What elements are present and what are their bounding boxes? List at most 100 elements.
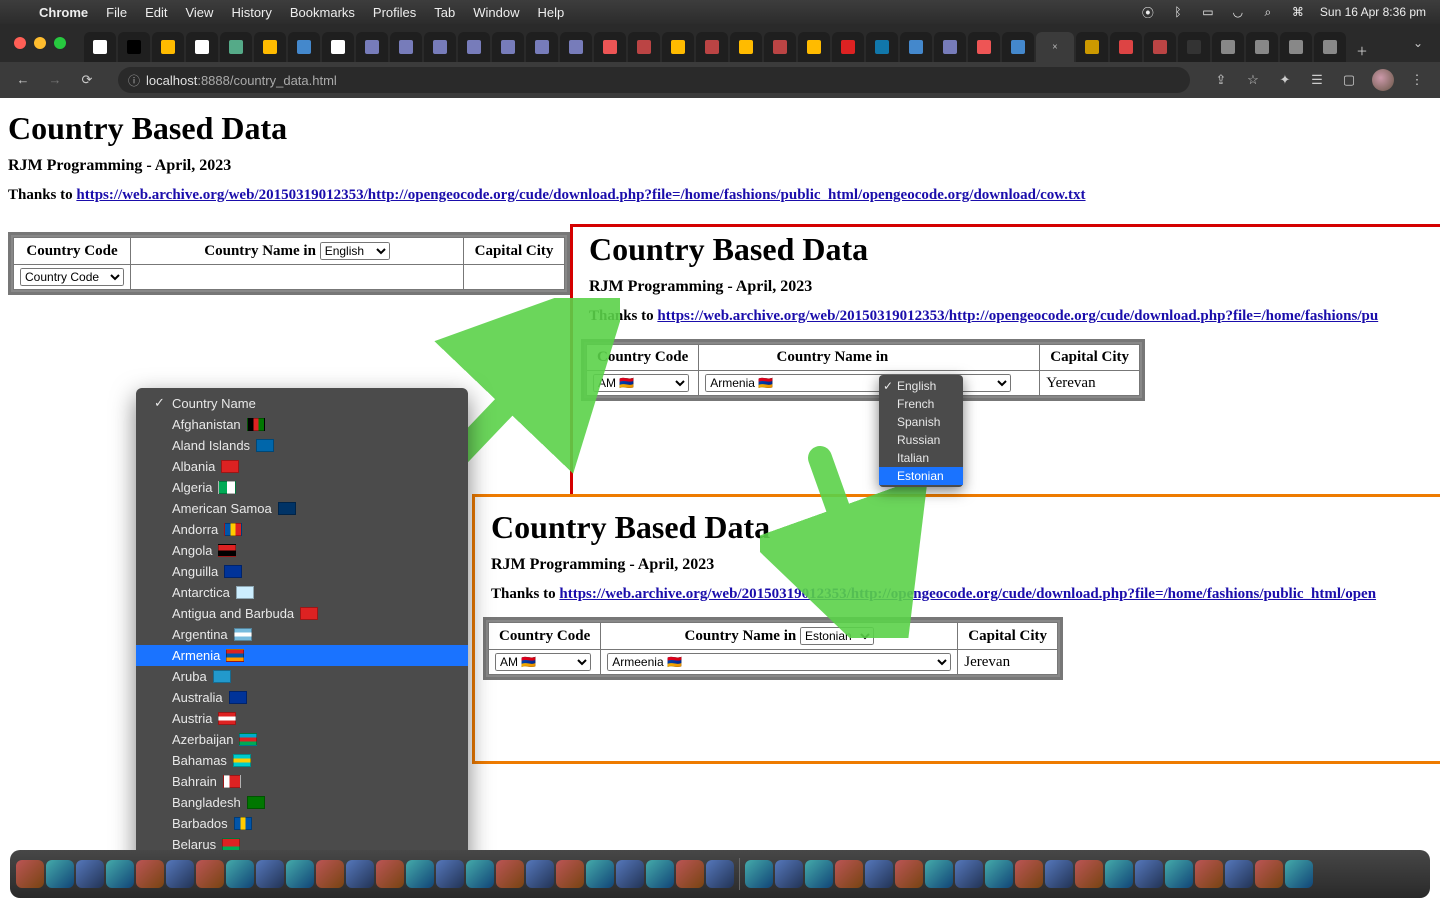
dropdown-option[interactable]: Azerbaijan [136,729,468,750]
forward-button[interactable]: → [46,72,64,88]
thanks-link[interactable]: https://web.archive.org/web/201503190123… [76,187,1085,203]
panel2-name-select[interactable]: Armenia 🇦🇲 [705,374,1011,392]
dock-item[interactable] [1195,860,1223,888]
file-menu[interactable]: File [97,5,136,20]
language-select-main[interactable]: English [320,242,390,260]
dock-item[interactable] [1165,860,1193,888]
close-tab-icon[interactable]: × [1052,42,1058,53]
language-dropdown-open[interactable]: ✓EnglishFrenchSpanishRussianItalianEston… [879,375,963,487]
dock-item[interactable] [925,860,953,888]
record-icon[interactable]: ⦿ [1140,4,1156,21]
reload-button[interactable]: ⟳ [78,72,96,88]
minimize-window-button[interactable] [34,37,46,49]
dock-item[interactable] [436,860,464,888]
dock-item[interactable] [1225,860,1253,888]
dropdown-option[interactable]: Albania [136,456,468,477]
dropdown-option[interactable]: Aland Islands [136,435,468,456]
dock-item[interactable] [586,860,614,888]
language-option[interactable]: French [879,395,963,413]
mac-dock[interactable] [10,850,1430,898]
dock-item[interactable] [1285,860,1313,888]
dock-item[interactable] [805,860,833,888]
menubar-clock[interactable]: Sun 16 Apr 8:36 pm [1320,5,1426,19]
dock-item[interactable] [496,860,524,888]
share-icon[interactable]: ⇪ [1212,72,1230,88]
close-window-button[interactable] [14,37,26,49]
dock-item[interactable] [616,860,644,888]
dock-item[interactable] [196,860,224,888]
dock-item[interactable] [106,860,134,888]
dropdown-option[interactable]: Bahrain [136,771,468,792]
dock-item[interactable] [1015,860,1043,888]
panel3-thanks-link[interactable]: https://web.archive.org/web/201503190123… [559,586,1376,602]
view-menu[interactable]: View [176,5,222,20]
back-button[interactable]: ← [14,72,32,88]
dropdown-option[interactable]: Austria [136,708,468,729]
control-centre-icon[interactable]: ⌘ [1290,5,1306,19]
zoom-window-button[interactable] [54,37,66,49]
wifi-icon[interactable]: ◡ [1230,5,1246,19]
dock-item[interactable] [526,860,554,888]
dock-item[interactable] [745,860,773,888]
bluetooth-icon[interactable]: ᛒ [1170,5,1186,19]
language-option[interactable]: Italian [879,449,963,467]
dock-item[interactable] [895,860,923,888]
dropdown-option[interactable]: Belarus [136,834,468,850]
dock-item[interactable] [1135,860,1163,888]
dropdown-option[interactable]: ✓Country Name [136,392,468,414]
dropdown-option[interactable]: Argentina [136,624,468,645]
dock-item[interactable] [835,860,863,888]
dock-item[interactable] [376,860,404,888]
dock-item[interactable] [865,860,893,888]
dock-item[interactable] [1105,860,1133,888]
dropdown-option[interactable]: Afghanistan [136,414,468,435]
dock-item[interactable] [76,860,104,888]
dropdown-option[interactable]: Andorra [136,519,468,540]
dock-item[interactable] [646,860,674,888]
language-option[interactable]: Estonian [879,467,963,485]
dock-item[interactable] [706,860,734,888]
dock-item[interactable] [955,860,983,888]
tab-active[interactable]: × [1036,32,1074,62]
dock-item[interactable] [676,860,704,888]
dock-item[interactable] [226,860,254,888]
dock-item[interactable] [466,860,494,888]
battery-icon[interactable]: ▭ [1200,5,1216,19]
tab-strip[interactable]: × + [84,24,1376,62]
country-name-dropdown-open[interactable]: ✓Country NameAfghanistan Aland Islands A… [136,388,468,850]
language-option[interactable]: Spanish [879,413,963,431]
dropdown-option[interactable]: Aruba [136,666,468,687]
history-menu[interactable]: History [222,5,280,20]
dropdown-option[interactable]: Bangladesh [136,792,468,813]
language-option[interactable]: ✓English [879,377,963,395]
dock-item[interactable] [346,860,374,888]
dock-item[interactable] [166,860,194,888]
profile-avatar[interactable] [1372,69,1394,91]
dock-item[interactable] [16,860,44,888]
dropdown-option[interactable]: Antigua and Barbuda [136,603,468,624]
dock-item[interactable] [1075,860,1103,888]
profiles-menu[interactable]: Profiles [364,5,425,20]
panel3-code-select[interactable]: AM 🇦🇲 [495,653,591,671]
dropdown-option[interactable]: Angola [136,540,468,561]
dock-item[interactable] [1255,860,1283,888]
panel3-name-select[interactable]: Armeenia 🇦🇲 [607,653,951,671]
window-menu[interactable]: Window [464,5,528,20]
side-panel-icon[interactable]: ▢ [1340,72,1358,88]
dropdown-option[interactable]: Antarctica [136,582,468,603]
dropdown-option[interactable]: Bahamas [136,750,468,771]
panel2-thanks-link[interactable]: https://web.archive.org/web/201503190123… [657,308,1378,324]
spotlight-icon[interactable]: ⌕ [1260,5,1276,20]
dock-item[interactable] [316,860,344,888]
dock-item[interactable] [406,860,434,888]
dock-item[interactable] [46,860,74,888]
dropdown-option[interactable]: Algeria [136,477,468,498]
dock-item[interactable] [556,860,584,888]
dropdown-option[interactable]: Anguilla [136,561,468,582]
bookmarks-menu[interactable]: Bookmarks [281,5,364,20]
country-code-select[interactable]: Country Code [20,268,124,286]
site-info-icon[interactable]: ⓘ [128,72,140,89]
dock-item[interactable] [1045,860,1073,888]
edit-menu[interactable]: Edit [136,5,176,20]
reading-list-icon[interactable]: ☰ [1308,72,1326,88]
